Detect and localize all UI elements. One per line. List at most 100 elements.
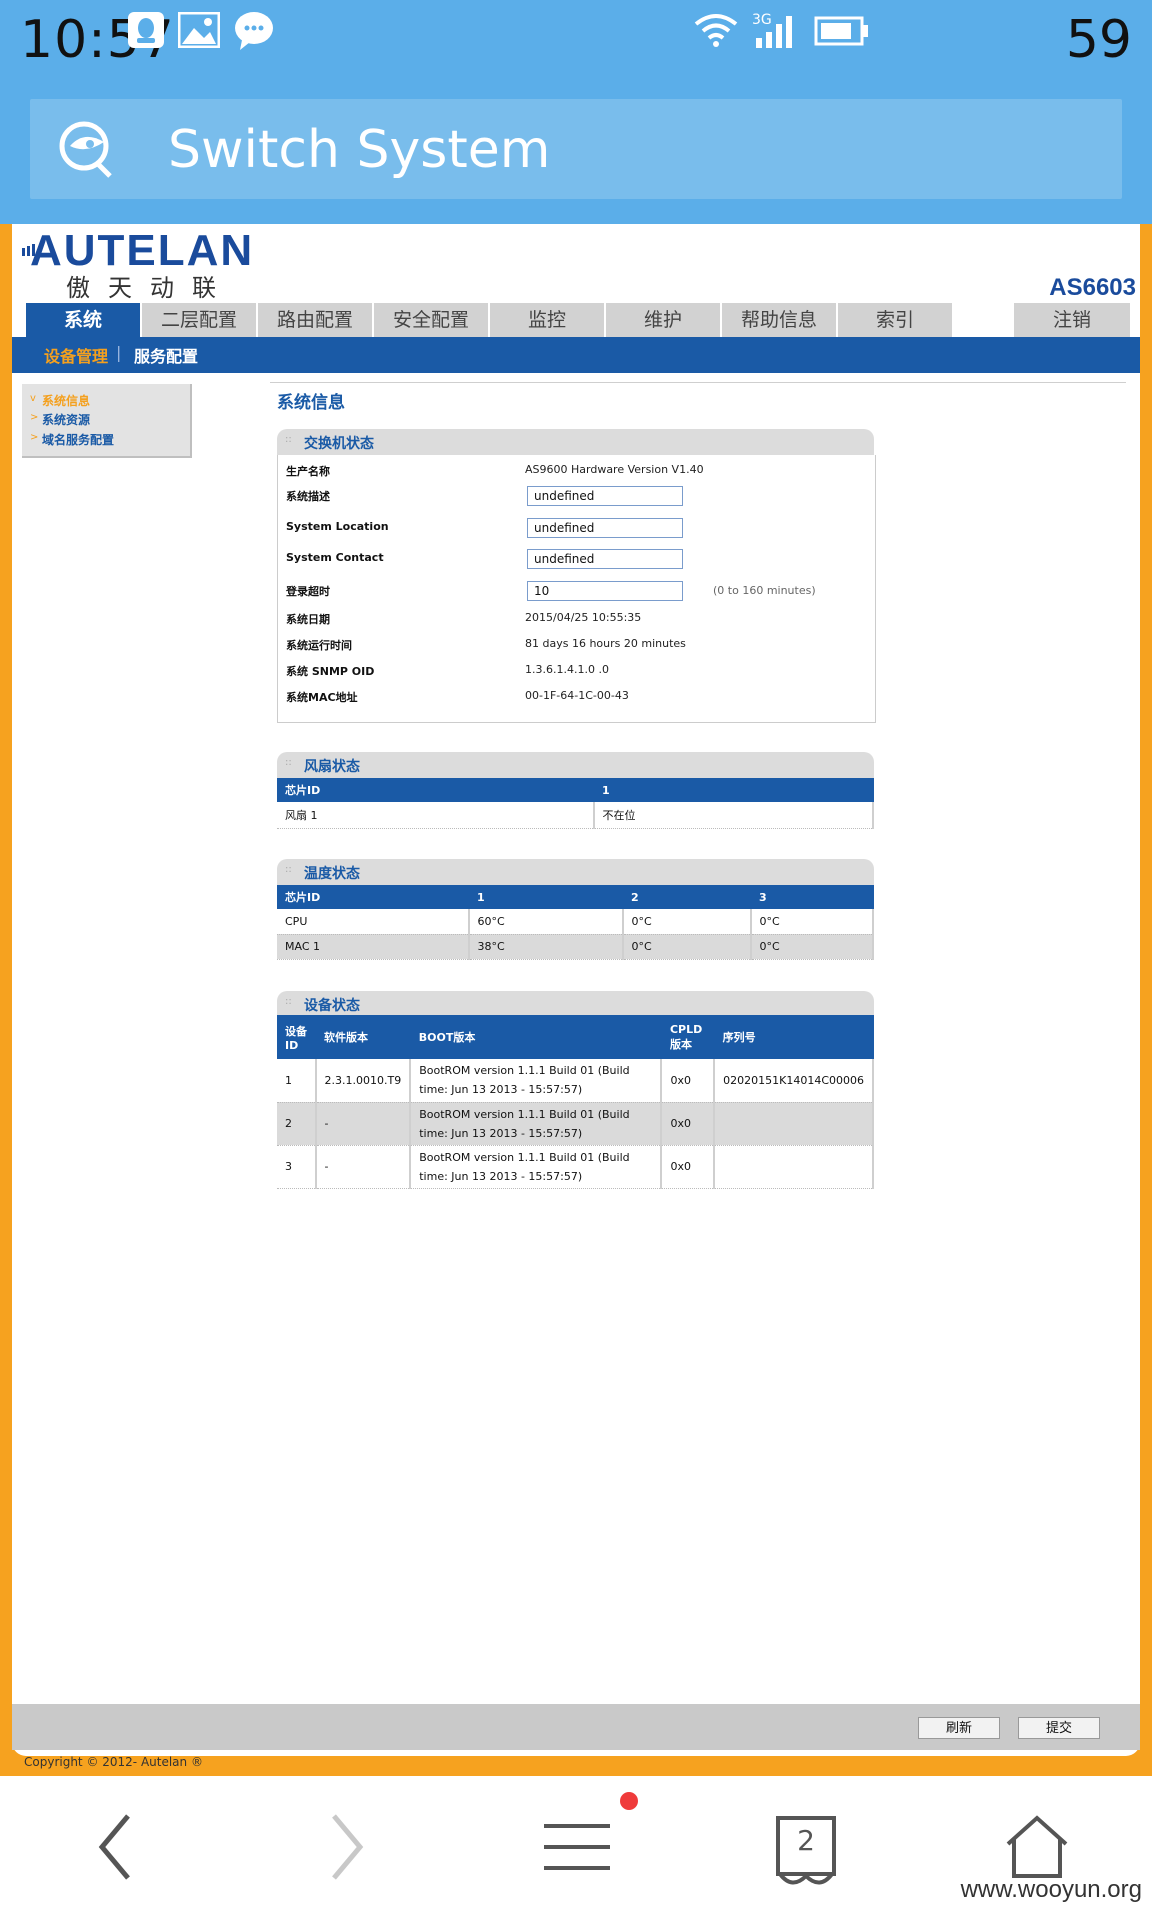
table-cell: MAC 1 <box>277 934 470 960</box>
field-label: System Location <box>286 520 389 533</box>
table-header-row: 设备ID 软件版本 BOOT版本 CPLD版本 序列号 <box>277 1015 874 1059</box>
battery-percent: 59 <box>1065 10 1132 70</box>
home-icon[interactable] <box>1004 1814 1070 1884</box>
side-menu: v 系统信息 > 系统资源 > 域名服务配置 <box>22 384 192 458</box>
system-contact-input[interactable] <box>527 549 683 569</box>
table-row: MAC 1 38°C 0°C 0°C <box>277 934 874 960</box>
system-description-input[interactable] <box>527 486 683 506</box>
table-cell: 1 <box>277 1059 317 1103</box>
panel-header: :: 温度状态 <box>277 859 874 885</box>
submit-button[interactable]: 提交 <box>1018 1717 1100 1739</box>
subnav-device-management[interactable]: 设备管理 <box>44 343 108 367</box>
page-title: 系统信息 <box>277 393 345 413</box>
table-cell: 0°C <box>750 909 874 935</box>
table-cell: 0x0 <box>661 1145 716 1189</box>
uptime-value: 81 days 16 hours 20 minutes <box>525 637 686 650</box>
table-cell: BootROM version 1.1.1 Build 01 (Build ti… <box>410 1059 663 1103</box>
device-table: 设备ID 软件版本 BOOT版本 CPLD版本 序列号 1 2.3.1.0010… <box>277 1015 874 1189</box>
mac-address-value: 00-1F-64-1C-00-43 <box>525 689 629 702</box>
column-header: 序列号 <box>714 1015 874 1059</box>
table-cell: 不在位 <box>593 802 874 829</box>
login-timeout-input[interactable] <box>527 581 683 601</box>
signal-3g-icon: 3G <box>752 10 800 54</box>
chat-notification-icon <box>234 10 274 54</box>
subnav-service-config[interactable]: 服务配置 <box>134 343 198 367</box>
tabs-icon[interactable]: 2 <box>774 1814 838 1890</box>
field-label: 系统日期 <box>286 613 330 626</box>
panel-title: 温度状态 <box>304 866 360 882</box>
tab-security[interactable]: 安全配置 <box>374 303 488 337</box>
app-logo-icon <box>56 120 120 182</box>
panel-header: :: 交换机状态 <box>277 429 874 455</box>
column-header: 1 <box>468 885 623 909</box>
field-label: System Contact <box>286 551 384 564</box>
fan-status-panel: :: 风扇状态 芯片ID 1 风扇 1 不在位 <box>277 752 874 829</box>
field-label: 系统运行时间 <box>286 639 352 652</box>
column-header: 设备ID <box>277 1015 317 1059</box>
table-cell: BootROM version 1.1.1 Build 01 (Build ti… <box>410 1102 663 1146</box>
image-notification-icon <box>177 11 221 52</box>
qq-notification-icon <box>128 12 164 52</box>
side-item-dns-config[interactable]: 域名服务配置 <box>42 431 114 448</box>
logout-button[interactable]: 注销 <box>1014 303 1130 337</box>
device-status-panel: :: 设备状态 设备ID 软件版本 BOOT版本 CPLD版本 序列号 1 2.… <box>277 991 874 1191</box>
chevron-down-icon: v <box>30 393 36 404</box>
tab-layer2[interactable]: 二层配置 <box>142 303 256 337</box>
switch-status-panel: :: 交换机状态 生产名称 AS9600 Hardware Version V1… <box>277 429 876 723</box>
tab-count: 2 <box>797 1824 815 1857</box>
grip-icon: :: <box>285 864 292 875</box>
table-cell: 0x0 <box>661 1102 716 1146</box>
device-model: AS6603 <box>1049 274 1136 301</box>
refresh-button[interactable]: 刷新 <box>918 1717 1000 1739</box>
temperature-status-panel: :: 温度状态 芯片ID 1 2 3 CPU 60°C 0°C 0°C MAC … <box>277 859 874 960</box>
wifi-icon <box>694 12 738 52</box>
column-header: BOOT版本 <box>410 1015 662 1059</box>
content-divider <box>270 382 1126 383</box>
table-cell: 风扇 1 <box>277 802 595 829</box>
column-header: CPLD版本 <box>661 1015 715 1059</box>
back-icon[interactable] <box>96 1812 136 1886</box>
table-cell: 0°C <box>622 934 752 960</box>
menu-icon[interactable] <box>542 1818 612 1882</box>
tab-help[interactable]: 帮助信息 <box>722 303 836 337</box>
subnav-separator: | <box>116 343 122 362</box>
column-header: 芯片ID <box>277 778 594 802</box>
main-nav: 系统 二层配置 路由配置 安全配置 监控 维护 帮助信息 索引 <box>26 303 954 337</box>
table-cell: 0x0 <box>661 1059 716 1103</box>
table-cell: 2 <box>277 1102 317 1146</box>
forward-icon[interactable] <box>326 1812 366 1886</box>
notification-dot <box>620 1792 638 1810</box>
fan-table: 芯片ID 1 风扇 1 不在位 <box>277 778 874 829</box>
chevron-right-icon: > <box>30 432 39 443</box>
svg-text:3G: 3G <box>752 12 772 28</box>
tab-routing[interactable]: 路由配置 <box>258 303 372 337</box>
tab-monitor[interactable]: 监控 <box>490 303 604 337</box>
column-header: 1 <box>593 778 874 802</box>
tab-system[interactable]: 系统 <box>26 303 140 337</box>
side-item-system-resources[interactable]: 系统资源 <box>42 411 90 428</box>
column-header: 芯片ID <box>277 885 469 909</box>
grip-icon: :: <box>285 434 292 445</box>
login-timeout-hint: (0 to 160 minutes) <box>713 584 816 597</box>
side-item-system-info[interactable]: 系统信息 <box>42 392 90 409</box>
table-header-row: 芯片ID 1 <box>277 778 874 802</box>
grip-icon: :: <box>285 757 292 768</box>
field-label: 系统 SNMP OID <box>286 665 375 678</box>
battery-icon <box>814 16 870 50</box>
product-name-value: AS9600 Hardware Version V1.40 <box>525 463 704 476</box>
system-location-input[interactable] <box>527 518 683 538</box>
tab-maintenance[interactable]: 维护 <box>606 303 720 337</box>
copyright-text: Copyright © 2012- Autelan ® <box>24 1755 203 1769</box>
table-cell: - <box>315 1102 412 1146</box>
table-header-row: 芯片ID 1 2 3 <box>277 885 874 909</box>
chevron-right-icon: > <box>30 412 39 423</box>
brand-logo-subtitle: 傲天动联 <box>66 274 234 302</box>
table-cell: - <box>315 1145 412 1189</box>
table-cell: CPU <box>277 909 470 935</box>
column-header: 3 <box>750 885 874 909</box>
table-cell: BootROM version 1.1.1 Build 01 (Build ti… <box>410 1145 663 1189</box>
panel-body: 生产名称 AS9600 Hardware Version V1.40 系统描述 … <box>277 455 876 723</box>
panel-title: 交换机状态 <box>304 436 374 452</box>
tab-index[interactable]: 索引 <box>838 303 952 337</box>
table-cell: 0°C <box>622 909 752 935</box>
